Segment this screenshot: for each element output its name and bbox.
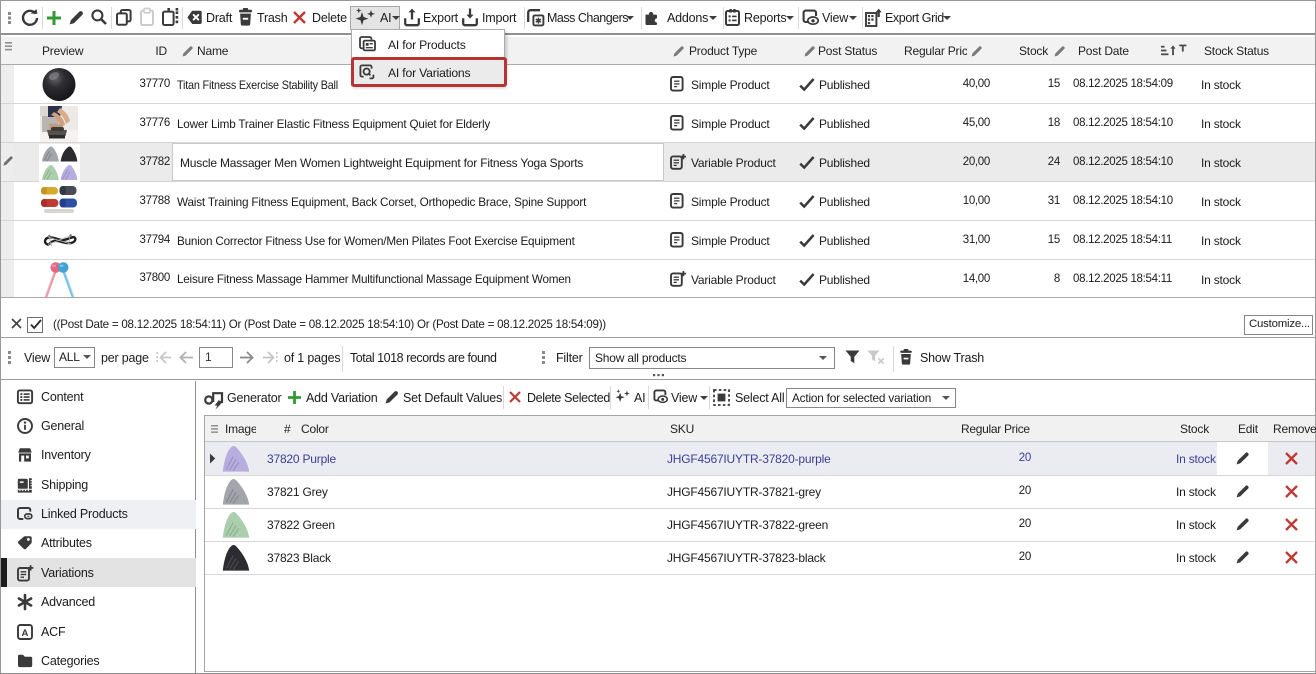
svg-text:A: A [22,627,29,638]
